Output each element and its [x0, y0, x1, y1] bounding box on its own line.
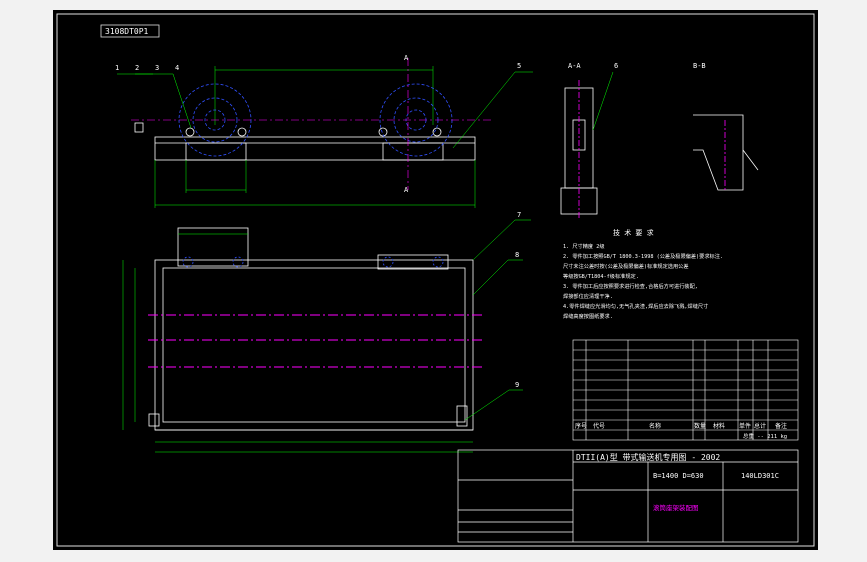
tech-note-3: 尺寸未注公差时按(公差及极限偏差)标准规定选用公差	[563, 262, 689, 270]
part-number-8: 8	[515, 251, 519, 259]
bom-col-unit: 单件	[739, 422, 751, 430]
assembly-drawing: 3108DT0P1 1 2 3 4 5 A A 7 8 9 A-A 6 B-B …	[56, 13, 815, 547]
tech-note-6: 焊接部位应清理干净.	[563, 292, 613, 300]
title-code: 140LD301C	[741, 472, 779, 480]
tech-notes: 1. 尺寸精度 2级 2. 零件加工按照GB/T 1800.3-1998 (公差…	[563, 242, 723, 320]
bom-col-code: 代号	[593, 422, 605, 430]
bom-col-material: 材料	[713, 422, 725, 430]
plan-bolts	[182, 256, 444, 268]
plan-centerlines	[148, 314, 483, 368]
tech-note-5: 3. 零件加工后应按照要求进行检查,合格后方可进行装配,	[563, 282, 698, 290]
part-number-7: 7	[517, 211, 521, 219]
plan-dims	[122, 219, 531, 453]
title-params: B=1400 D=630	[653, 472, 704, 480]
section-a-a-view	[560, 71, 614, 220]
tech-note-7: 4.零件焊缝应光滑均匀,无气孔夹渣,焊后应去除飞溅,焊缝尺寸	[563, 302, 708, 310]
title-main: DTII(A)型 带式输送机专用图 - 2002	[576, 452, 720, 462]
part-number-4: 4	[175, 64, 179, 72]
section-b-b-view	[693, 114, 759, 191]
tech-note-1: 1. 尺寸精度 2级	[563, 242, 605, 250]
sheet-border	[56, 13, 815, 547]
section-a-a-label: A-A	[568, 62, 581, 70]
bom-header: 序号 代号 名称 数量 材料 单件 总计 备注	[575, 422, 787, 430]
title-block	[457, 449, 799, 543]
bom-col-name: 名称	[649, 422, 661, 430]
tech-note-8: 焊缝高度按图纸要求.	[563, 312, 613, 320]
tech-note-2: 2. 零件加工按照GB/T 1800.3-1998 (公差及极限偏差)要求标注.	[563, 252, 723, 260]
title-name: 滚筒座架装配图	[653, 503, 699, 512]
drawing-sheet: 3108DT0P1 1 2 3 4 5 A A 7 8 9 A-A 6 B-B …	[53, 10, 818, 550]
part-number-3: 3	[155, 64, 159, 72]
center-lines	[131, 58, 493, 190]
bom-col-no: 序号	[575, 422, 587, 430]
part-number-1: 1	[115, 64, 119, 72]
plan-view	[148, 227, 474, 431]
tech-note-4: 等级按GB/T1804-f级标准规定.	[563, 272, 639, 280]
pulley-outlines	[178, 83, 453, 157]
tech-title: 技 术 要 求	[613, 228, 654, 237]
part-number-6: 6	[614, 62, 618, 70]
part-number-9: 9	[515, 381, 519, 389]
bom-col-remark: 备注	[775, 422, 787, 430]
section-b-b-label: B-B	[693, 62, 706, 70]
code-box-text: 3108DT0P1	[105, 27, 149, 36]
bom-col-qty: 数量	[694, 422, 706, 430]
cad-viewport: 3108DT0P1 1 2 3 4 5 A A 7 8 9 A-A 6 B-B …	[0, 0, 867, 562]
part-number-5: 5	[517, 62, 521, 70]
part-number-2: 2	[135, 64, 139, 72]
bom-col-total: 总计	[754, 422, 766, 430]
front-elevation	[134, 66, 476, 208]
bom-total-weight: 总重 -- 211 kg	[743, 432, 787, 440]
